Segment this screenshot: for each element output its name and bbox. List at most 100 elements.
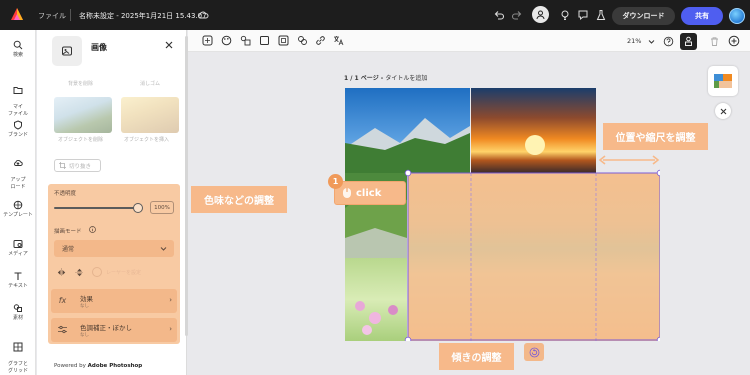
blend-mode-value: 通常 bbox=[62, 246, 75, 253]
add-circle-icon[interactable] bbox=[728, 35, 740, 47]
panel-title: 画像 bbox=[91, 43, 107, 52]
rail-item-text[interactable]: テキスト bbox=[0, 271, 36, 290]
image-icon bbox=[714, 74, 732, 88]
divider bbox=[70, 9, 71, 21]
sunset-photo[interactable] bbox=[471, 88, 596, 173]
chevron-down-icon[interactable] bbox=[648, 38, 655, 45]
text-icon bbox=[14, 272, 22, 280]
upload-icon bbox=[14, 160, 23, 166]
link-icon[interactable] bbox=[315, 35, 326, 46]
layer-setting-ghost: レーヤーを設定 bbox=[106, 270, 142, 276]
sliders-icon bbox=[58, 325, 67, 334]
square-icon[interactable] bbox=[259, 35, 270, 46]
user-icon bbox=[536, 10, 545, 20]
document-title[interactable]: 名称未設定 - 2025年1月21日 15.43.07 bbox=[79, 11, 207, 21]
rail-item-elements[interactable]: 素材 bbox=[0, 303, 36, 322]
smart-select-icon[interactable] bbox=[202, 35, 213, 46]
powered-by: Powered by Adobe Photoshop bbox=[54, 363, 142, 369]
effects-row[interactable]: fx 効果 なし › bbox=[51, 289, 177, 313]
rail-item-brand[interactable]: ブランド bbox=[0, 120, 36, 139]
trash-icon[interactable] bbox=[709, 36, 720, 47]
zoom-level[interactable]: 21% bbox=[627, 37, 641, 45]
blend-mode-select[interactable]: 通常 bbox=[54, 240, 174, 257]
rail-label: テキスト bbox=[8, 283, 28, 289]
share-button[interactable]: 共有 bbox=[681, 7, 723, 25]
rail-label: マイ ファイル bbox=[7, 104, 28, 117]
file-menu[interactable]: ファイル bbox=[38, 11, 66, 21]
crop-label: 切り抜き bbox=[69, 163, 92, 170]
powered-brand: Adobe Photoshop bbox=[87, 363, 143, 369]
redo-icon[interactable] bbox=[511, 9, 523, 21]
comment-icon[interactable] bbox=[577, 9, 589, 21]
position-scale-text: 位置や縮尺を調整 bbox=[615, 133, 696, 144]
flip-vertical-icon[interactable] bbox=[75, 268, 84, 277]
panel-scrollbar[interactable] bbox=[185, 36, 188, 336]
insert-object-caption: オブジェクトを挿入 bbox=[124, 137, 170, 143]
info-icon[interactable] bbox=[89, 226, 96, 233]
rail-item-media[interactable]: メディア bbox=[0, 239, 36, 258]
folder-icon bbox=[13, 87, 23, 94]
tilt-adjust-text: 傾きの調整 bbox=[451, 353, 502, 364]
media-icon bbox=[13, 240, 23, 248]
bulb-icon[interactable] bbox=[559, 9, 571, 21]
opacity-slider-handle[interactable] bbox=[133, 203, 143, 213]
rail-label: メディア bbox=[8, 251, 28, 257]
layers-icon bbox=[685, 36, 692, 46]
crop-button[interactable]: 切り抜き bbox=[54, 159, 101, 172]
page-count: 1 / 1 ページ - bbox=[344, 75, 386, 82]
mouse-icon bbox=[343, 188, 351, 198]
palette-icon[interactable] bbox=[221, 35, 232, 46]
avatar[interactable] bbox=[729, 8, 745, 24]
rail-item-charts-grids[interactable]: グラフと グリッド bbox=[0, 335, 36, 375]
insert-object-thumb[interactable] bbox=[121, 97, 179, 133]
flip-horizontal-icon[interactable] bbox=[57, 268, 66, 277]
close-panel-button[interactable] bbox=[715, 103, 731, 119]
shapes-icon[interactable] bbox=[240, 35, 251, 46]
user-button[interactable] bbox=[532, 6, 549, 23]
rail-label: アップ ロード bbox=[10, 177, 26, 190]
adjustments-row[interactable]: 色調補正・ぼかし なし › bbox=[51, 318, 177, 342]
click-callout: click bbox=[334, 181, 406, 205]
color-adjust-callout: 色味などの調整 bbox=[191, 186, 287, 213]
crop-icon bbox=[59, 162, 66, 169]
opacity-field[interactable]: 100% bbox=[150, 201, 174, 214]
layers-button[interactable] bbox=[680, 33, 697, 50]
undo-icon[interactable] bbox=[493, 9, 505, 21]
chevron-down-icon bbox=[160, 247, 167, 251]
color-adjust-text: 色味などの調整 bbox=[204, 196, 274, 207]
adjust-sub: なし bbox=[80, 333, 89, 338]
rail-item-my-files[interactable]: マイ ファイル bbox=[0, 78, 36, 118]
rail-label: 検索 bbox=[12, 52, 23, 58]
help-icon[interactable] bbox=[663, 36, 674, 47]
effects-title: 効果 bbox=[80, 295, 93, 303]
translate-icon[interactable] bbox=[333, 35, 344, 46]
close-icon[interactable] bbox=[164, 40, 174, 50]
blend-mode-label: 描画モード bbox=[54, 229, 82, 235]
rail-item-search[interactable]: 検索 bbox=[0, 40, 36, 59]
adjust-title: 色調補正・ぼかし bbox=[80, 324, 132, 332]
add-title-link[interactable]: タイトルを追加 bbox=[385, 75, 427, 82]
rotate-handle[interactable] bbox=[524, 343, 544, 361]
frame-icon[interactable] bbox=[278, 35, 289, 46]
adobe-express-logo[interactable] bbox=[10, 7, 24, 21]
remove-object-thumb[interactable] bbox=[54, 97, 112, 133]
rail-item-upload[interactable]: アップ ロード bbox=[0, 151, 36, 191]
fx-icon: fx bbox=[58, 296, 67, 305]
animation-icon[interactable] bbox=[297, 35, 308, 46]
opacity-slider[interactable] bbox=[54, 207, 138, 209]
chevron-right-icon: › bbox=[169, 325, 172, 333]
rail-item-templates[interactable]: テンプレート bbox=[0, 200, 36, 219]
effects-sub: なし bbox=[80, 304, 89, 309]
download-button[interactable]: ダウンロード bbox=[612, 7, 675, 25]
lock-toggle[interactable] bbox=[92, 267, 102, 277]
search-icon bbox=[13, 40, 23, 50]
rotate-icon bbox=[529, 347, 539, 357]
eraser-label: 消しゴム bbox=[140, 81, 161, 87]
remove-object-caption: オブジェクトを削除 bbox=[58, 137, 104, 143]
flower-photo[interactable] bbox=[345, 258, 407, 341]
lab-flask-icon[interactable] bbox=[595, 9, 607, 21]
page-thumbnail[interactable] bbox=[708, 66, 738, 96]
template-icon bbox=[13, 200, 23, 210]
cloud-icon[interactable] bbox=[197, 9, 209, 21]
click-text: click bbox=[356, 187, 382, 199]
